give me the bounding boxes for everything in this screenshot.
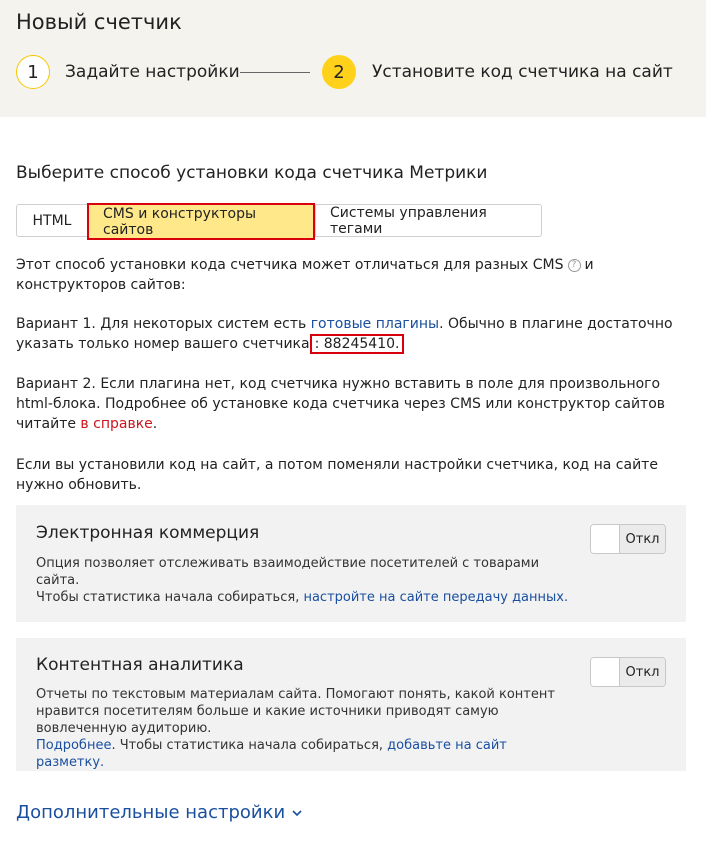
content-analytics-toggle[interactable]: Откл <box>590 657 666 687</box>
tab-html[interactable]: HTML <box>17 205 87 236</box>
tab-tag-managers[interactable]: Системы управления тегами <box>315 205 541 237</box>
step-divider <box>240 72 310 73</box>
content-analytics-title: Контентная аналитика <box>36 655 244 675</box>
ecommerce-description: Опция позволяет отслеживать взаимодейств… <box>36 555 576 606</box>
toggle-state-label: Откл <box>620 658 665 686</box>
toggle-knob <box>591 658 620 686</box>
ecommerce-card: Электронная коммерция Опция позволяет от… <box>16 505 686 622</box>
ecommerce-toggle[interactable]: Откл <box>590 524 666 554</box>
step-2-label: Установите код счетчика на сайт <box>372 62 673 82</box>
additional-settings-label: Дополнительные настройки <box>16 802 286 823</box>
header: Новый счетчик 1 Задайте настройки 2 Уста… <box>0 0 706 117</box>
update-note: Если вы установили код на сайт, а потом … <box>16 457 658 493</box>
install-method-tabs: HTML CMS и конструкторы сайтов Системы у… <box>16 203 542 240</box>
step-2-indicator: 2 <box>322 55 356 89</box>
plugins-link[interactable]: готовые плагины <box>311 316 439 332</box>
step-1-indicator: 1 <box>16 55 50 89</box>
additional-settings-link[interactable]: Дополнительные настройки <box>16 802 303 823</box>
variant-1-text: Вариант 1. Для некоторых систем есть гот… <box>16 314 686 354</box>
content-analytics-description: Отчеты по текстовым материалам сайта. По… <box>36 686 576 771</box>
tab-cms[interactable]: CMS и конструкторы сайтов <box>87 203 315 240</box>
content-analytics-desc: Отчеты по текстовым материалам сайта. По… <box>36 687 555 736</box>
toggle-state-label: Откл <box>620 525 665 553</box>
ecommerce-setup-link[interactable]: настройте на сайте передачу данных. <box>303 590 568 605</box>
ecommerce-title: Электронная коммерция <box>36 523 260 543</box>
ecommerce-desc-line2: Чтобы статистика начала собираться, <box>36 590 304 605</box>
intro-text: Этот способ установки кода счетчика може… <box>16 255 686 295</box>
toggle-knob <box>591 525 620 553</box>
step-1-label: Задайте настройки <box>65 62 240 82</box>
variant-2-end: . <box>152 416 158 432</box>
intro-text-part1: Этот способ установки кода счетчика може… <box>16 257 564 273</box>
install-method-title: Выберите способ установки кода счетчика … <box>16 163 488 183</box>
more-info-link[interactable]: Подробнее <box>36 738 111 753</box>
page-title: Новый счетчик <box>16 10 182 34</box>
content-analytics-desc2: . Чтобы статистика начала собираться, <box>111 738 388 753</box>
ecommerce-desc-line1: Опция позволяет отслеживать взаимодейств… <box>36 556 540 588</box>
counter-number: : 88245410. <box>309 334 405 354</box>
variant-2-text: Вариант 2. Если плагина нет, код счетчик… <box>16 374 686 434</box>
variant-1-prefix: Вариант 1. Для некоторых систем есть <box>16 316 311 332</box>
content-analytics-card: Контентная аналитика Отчеты по текстовым… <box>16 638 686 771</box>
help-link[interactable]: в справке <box>80 416 152 432</box>
chevron-down-icon <box>292 809 302 816</box>
question-icon[interactable]: ? <box>567 258 581 272</box>
